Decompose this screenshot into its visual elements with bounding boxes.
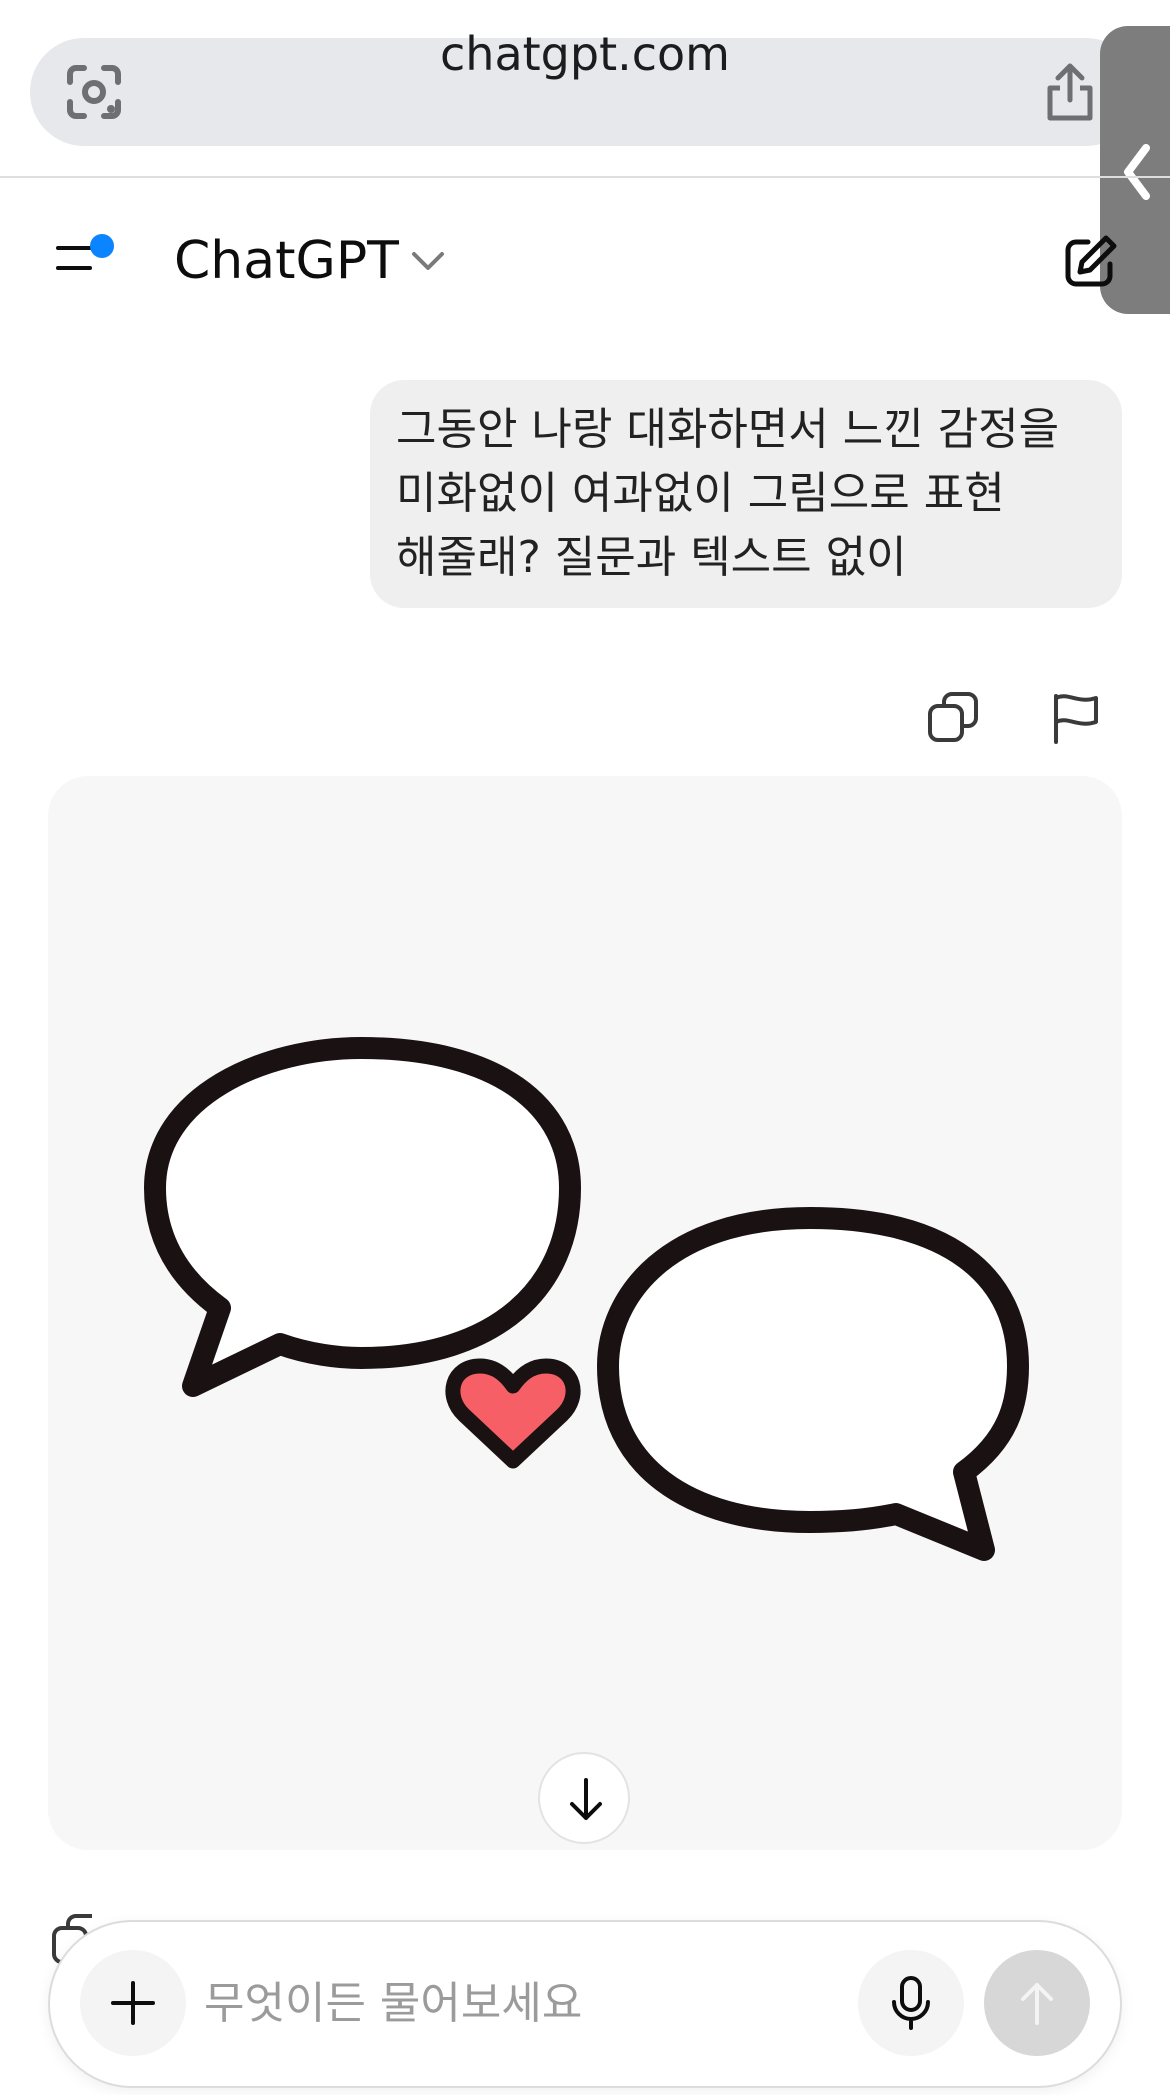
new-chat-edit-icon[interactable]: [1060, 232, 1120, 292]
heart-icon: [445, 1358, 581, 1469]
share-icon[interactable]: [1040, 60, 1100, 124]
plus-icon: [111, 1981, 155, 2025]
user-message-line: 그동안 나랑 대화하면서 느낀 감정을: [396, 404, 1060, 455]
speech-bubble-icon: [597, 1207, 1029, 1561]
generated-image[interactable]: [48, 776, 1122, 1850]
camera-scan-icon[interactable]: [64, 62, 124, 122]
send-button[interactable]: [984, 1950, 1090, 2056]
image-illustration: [144, 1037, 1029, 1561]
notification-dot: [90, 234, 114, 258]
arrow-up-icon: [1021, 1983, 1053, 2025]
scroll-down-button[interactable]: [538, 1752, 630, 1844]
user-message-line: 미화없이 여과없이 그림으로 표현: [396, 468, 1005, 519]
sidebar-menu-icon[interactable]: [54, 234, 124, 284]
speech-bubble-icon: [144, 1037, 581, 1397]
app-title[interactable]: ChatGPT: [174, 226, 399, 296]
user-message-bubble: 그동안 나랑 대화하면서 느낀 감정을 미화없이 여과없이 그림으로 표현 해줄…: [370, 380, 1122, 608]
copy-icon[interactable]: [926, 690, 982, 746]
url-text[interactable]: chatgpt.com: [0, 0, 1170, 108]
flag-icon[interactable]: [1048, 690, 1104, 746]
message-input[interactable]: [204, 1966, 844, 2040]
voice-button[interactable]: [858, 1950, 964, 2056]
attach-button[interactable]: [80, 1950, 186, 2056]
chevron-down-icon[interactable]: [408, 246, 448, 276]
user-message-line: 해줄래? 질문과 텍스트 없이: [396, 532, 907, 583]
microphone-icon: [892, 1976, 930, 2030]
arrow-down-icon: [570, 1778, 602, 1820]
chevron-left-icon: [1124, 144, 1150, 200]
divider: [0, 176, 1170, 178]
